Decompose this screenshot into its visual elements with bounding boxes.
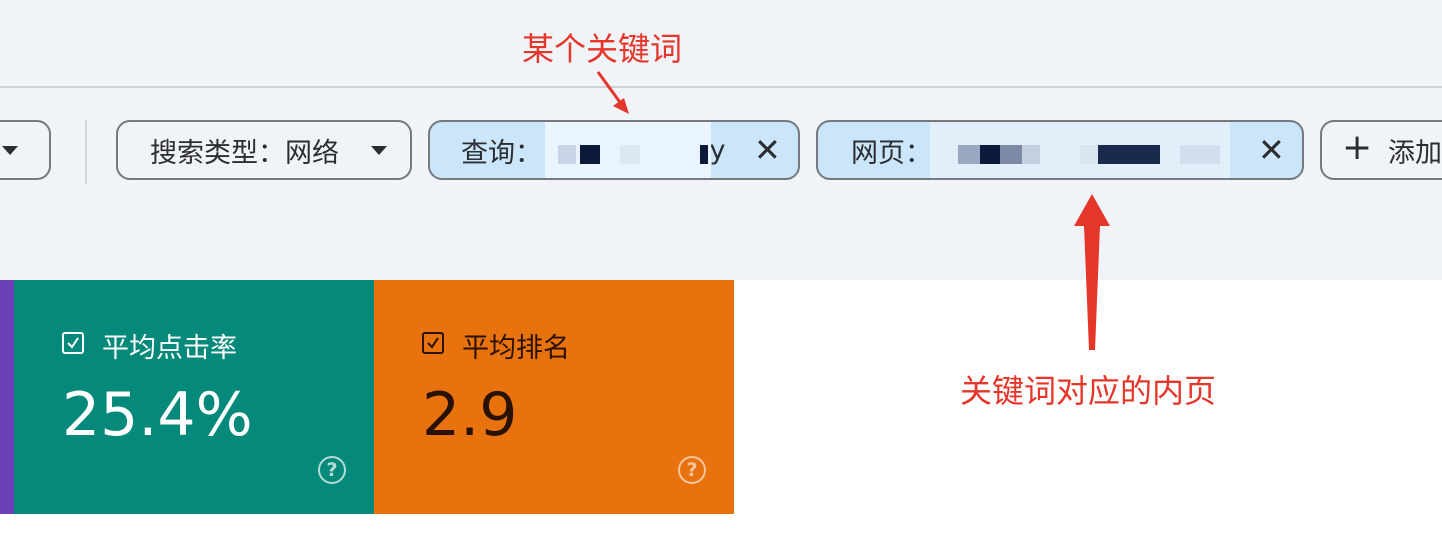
arrow-icon	[596, 71, 1110, 350]
annotation-landing-page: 关键词对应的内页	[960, 372, 1217, 410]
